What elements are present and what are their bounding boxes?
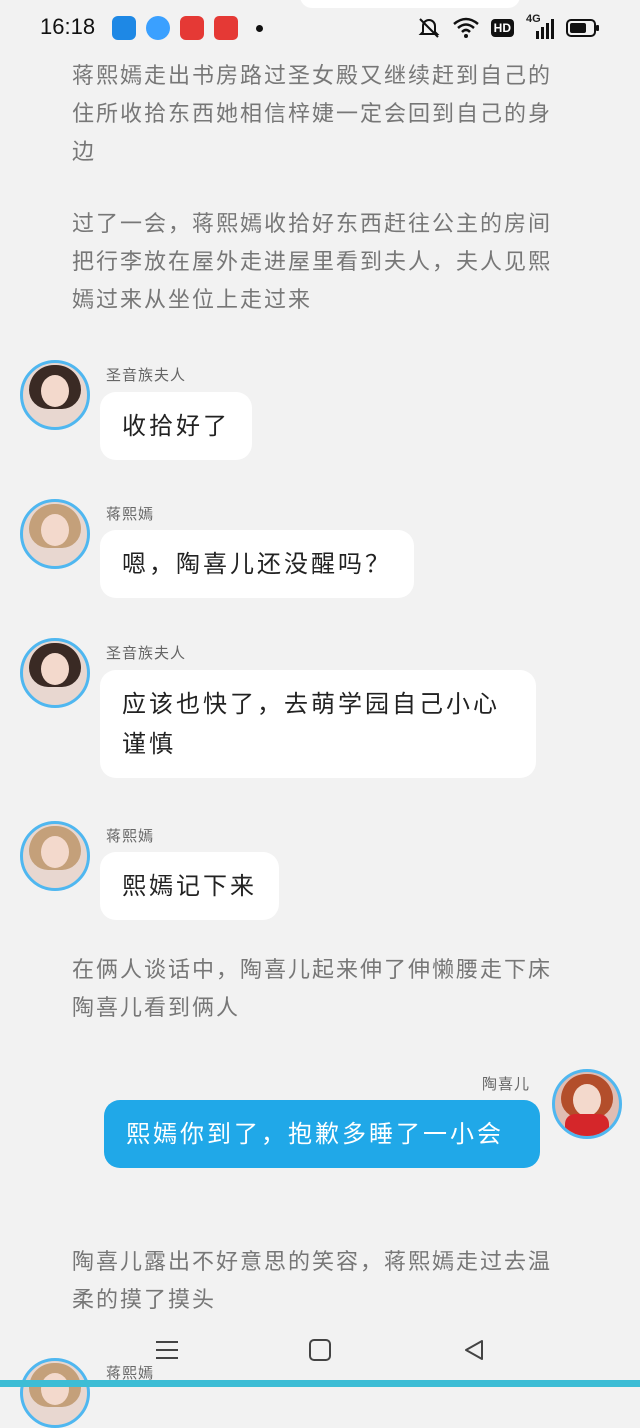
browser-app-icon: [146, 16, 170, 40]
menu-icon[interactable]: [154, 1338, 180, 1362]
avatar-jiang-xiyan[interactable]: [20, 499, 90, 569]
message-bubble[interactable]: 熙嫣你到了，抱歉多睡了一小会: [104, 1100, 540, 1168]
bottom-accent-strip: [0, 1380, 640, 1387]
message-bubble[interactable]: 嗯，陶喜儿还没醒吗？: [100, 530, 414, 598]
status-bar: 16:18 HD 4G: [0, 0, 640, 56]
more-notifications-dot: [256, 24, 263, 32]
home-icon[interactable]: [308, 1338, 332, 1362]
signal-4g-icon: 4G: [526, 13, 554, 39]
narration-text: 在俩人谈话中，陶喜儿起来伸了伸懒腰走下床陶喜儿看到俩人: [72, 958, 553, 1021]
status-time: 16:18: [40, 14, 96, 39]
sender-name: 蒋熙嫣: [106, 505, 155, 523]
notification-icons: [112, 16, 263, 40]
hd-icon: HD: [490, 19, 514, 37]
battery-icon: [566, 19, 599, 37]
sender-name: 蒋熙嫣: [106, 827, 155, 845]
avatar-tao-xier[interactable]: [552, 1069, 622, 1139]
sender-name: 圣音族夫人: [106, 644, 187, 662]
message-bubble[interactable]: 收拾好了: [100, 392, 252, 460]
sender-name: 圣音族夫人: [106, 366, 187, 384]
message-bubble[interactable]: 应该也快了，去萌学园自己小心谨慎: [100, 670, 536, 778]
navigation-bar: [0, 1320, 640, 1376]
video-app-icon: [180, 16, 204, 40]
avatar-saint-lady[interactable]: [20, 638, 90, 708]
wifi-icon: [452, 17, 479, 38]
message-bubble[interactable]: 熙嫣记下来: [100, 852, 279, 920]
narration-text: 蒋熙嫣走出书房路过圣女殿又继续赶到自己的住所收拾东西她相信梓婕一定会回到自己的身…: [72, 64, 553, 165]
narration-text: 陶喜儿露出不好意思的笑容，蒋熙嫣走过去温柔的摸了摸头: [72, 1250, 553, 1313]
sender-name: 陶喜儿: [482, 1075, 531, 1093]
notification-app-icon: [112, 16, 136, 40]
gift-app-icon: [214, 16, 238, 40]
previous-message-edge: [300, 0, 520, 8]
back-icon[interactable]: [462, 1338, 486, 1362]
mute-icon: [418, 18, 440, 38]
avatar-saint-lady[interactable]: [20, 360, 90, 430]
avatar-jiang-xiyan[interactable]: [20, 821, 90, 891]
narration-text: 过了一会，蒋熙嫣收拾好东西赶往公主的房间把行李放在屋外走进屋里看到夫人，夫人见熙…: [72, 212, 553, 313]
system-icons: HD 4G: [417, 13, 600, 40]
